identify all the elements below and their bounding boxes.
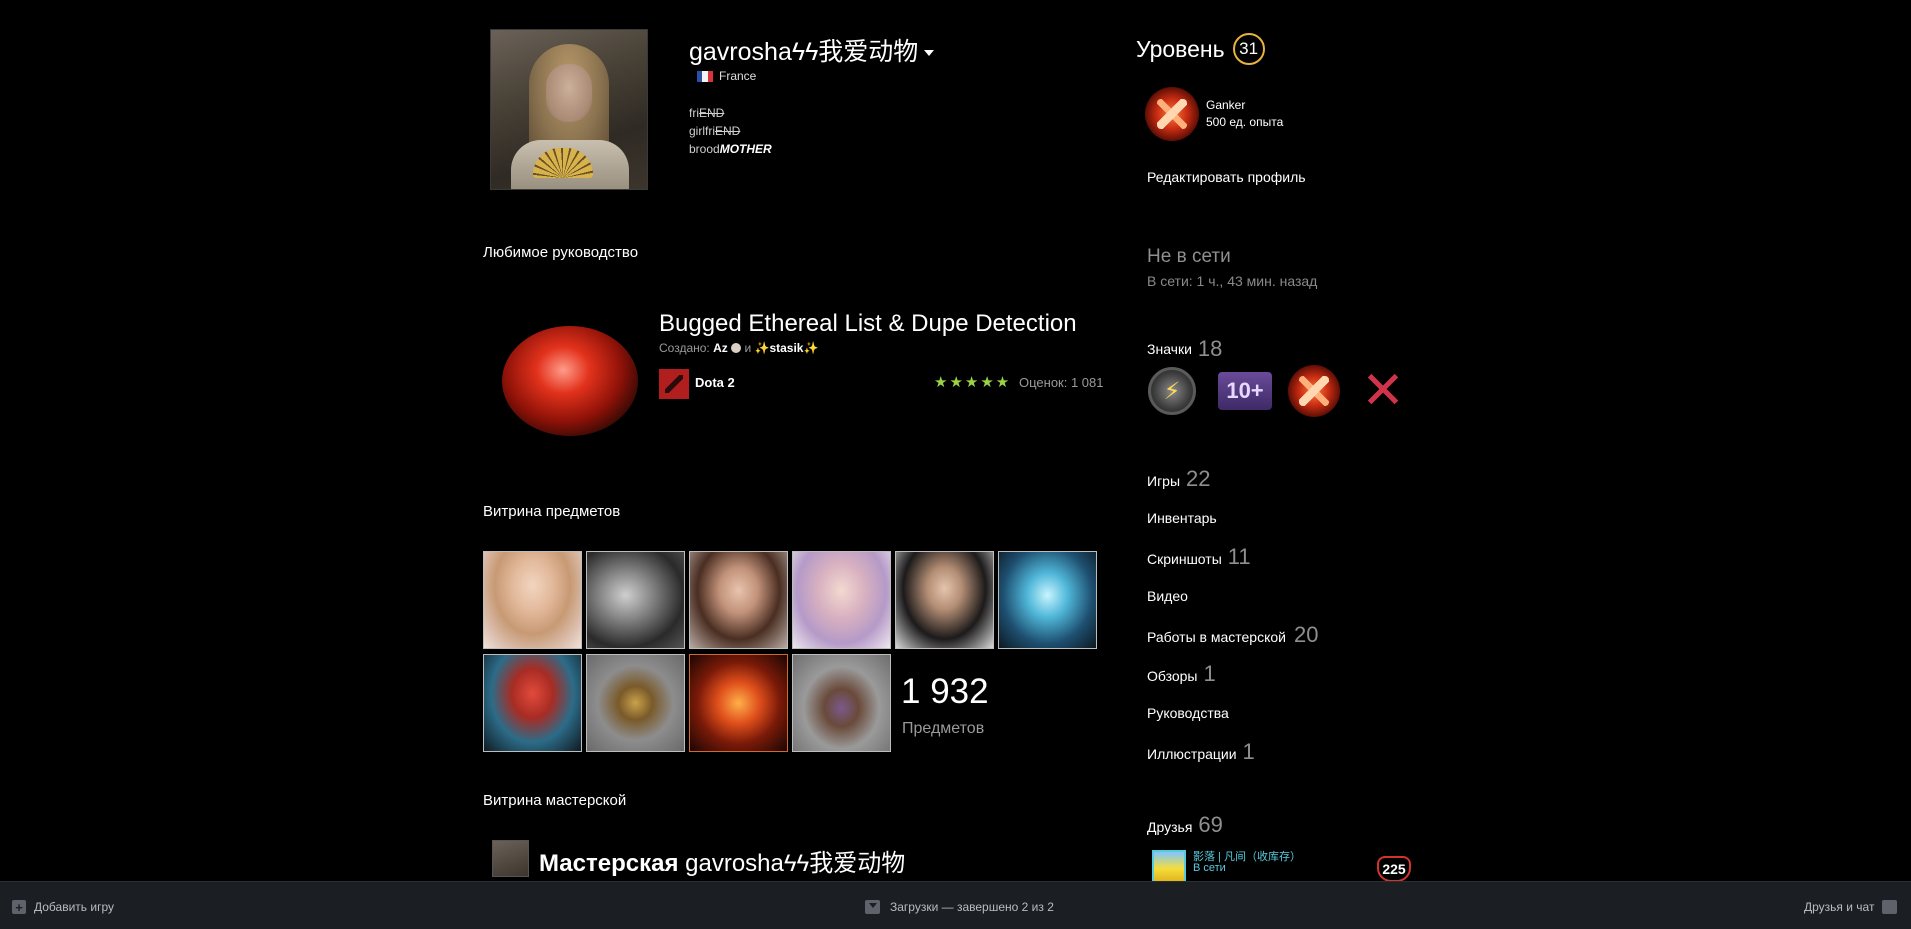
cup-emoji-icon: [731, 343, 742, 353]
item-tile[interactable]: [483, 654, 582, 752]
badges-link[interactable]: Значки 18: [1147, 336, 1222, 362]
friend-status: В сети: [1193, 862, 1226, 874]
workshop-avatar[interactable]: [492, 840, 529, 877]
friend-avatar[interactable]: [1152, 850, 1186, 884]
item-tile[interactable]: [483, 551, 582, 649]
item-count-label: Предметов: [902, 720, 985, 737]
guide-rating-stars: ★★★★★: [934, 374, 1012, 391]
guide-rating-count: Оценок: 1 081: [1019, 375, 1104, 390]
level-label: Уровень: [1136, 35, 1225, 62]
item-tile[interactable]: [792, 654, 891, 752]
summary-line-2: girlfriEND: [689, 124, 741, 138]
friends-chat-icon: [1882, 900, 1898, 914]
badges-row: ⚡ 10+ ✕: [1148, 365, 1428, 417]
friend-level-badge: 225: [1377, 856, 1411, 882]
videos-link[interactable]: Видео: [1147, 588, 1188, 604]
screenshots-link[interactable]: Скриншоты 11: [1147, 544, 1251, 570]
favorite-guide-heading: Любимое руководство: [483, 244, 639, 261]
downloads-button[interactable]: Загрузки — завершено 2 из 2: [865, 900, 1054, 914]
item-tile[interactable]: [689, 551, 788, 649]
lightning-badge-icon[interactable]: ⚡: [1148, 367, 1196, 415]
profile-summary: friEND girlfriEND broodMOTHER: [689, 104, 772, 158]
online-status: Не в сети: [1147, 246, 1231, 267]
item-tile[interactable]: [895, 551, 994, 649]
profile-level[interactable]: Уровень 31: [1136, 33, 1265, 65]
persona-name-dropdown[interactable]: gavroshaϟϟ我爱动物: [689, 32, 935, 68]
years-of-service-badge-icon[interactable]: 10+: [1218, 372, 1272, 410]
item-tile[interactable]: [586, 551, 685, 649]
guide-authors: Создано: Az и ✨stasik✨: [659, 341, 819, 355]
guide-author-1[interactable]: Az: [713, 341, 728, 355]
favorite-badge-icon[interactable]: [1145, 87, 1199, 141]
badges-count: 18: [1197, 336, 1223, 361]
profile-location: France: [697, 69, 756, 83]
dota-emblem-badge-icon[interactable]: [1288, 365, 1340, 417]
dota2-app-icon: [659, 369, 689, 399]
item-showcase-heading: Витрина предметов: [483, 503, 621, 520]
add-game-button[interactable]: + Добавить игру: [12, 900, 114, 914]
chevron-down-icon: [924, 50, 935, 57]
workshop-items-link[interactable]: Работы в мастерской 20: [1147, 622, 1318, 648]
games-link[interactable]: Игры 22: [1147, 466, 1211, 492]
badges-label: Значки: [1147, 341, 1192, 357]
item-tile[interactable]: [586, 654, 685, 752]
summary-line-3: broodMOTHER: [689, 142, 772, 156]
edit-profile-button[interactable]: Редактировать профиль: [1147, 169, 1306, 185]
guide-author-2[interactable]: ✨stasik✨: [755, 341, 819, 355]
item-tile[interactable]: [689, 654, 788, 752]
level-badge: 31: [1232, 33, 1265, 65]
country-name: France: [719, 69, 757, 83]
last-online: В сети: 1 ч., 43 мин. назад: [1147, 273, 1318, 289]
favorite-badge-name: Ganker: [1206, 98, 1246, 112]
guides-link[interactable]: Руководства: [1147, 705, 1229, 721]
workshop-showcase-heading: Витрина мастерской: [483, 792, 627, 809]
artwork-link[interactable]: Иллюстрации 1: [1147, 739, 1255, 765]
guide-preview-image[interactable]: [502, 326, 638, 436]
france-flag-icon: [697, 70, 713, 82]
profile-avatar: [490, 29, 648, 190]
item-tile[interactable]: [998, 551, 1097, 649]
reviews-link[interactable]: Обзоры 1: [1147, 661, 1216, 687]
red-x-badge-icon[interactable]: ✕: [1358, 365, 1408, 417]
download-icon: [865, 900, 880, 914]
friends-link[interactable]: Друзья 69: [1147, 812, 1223, 838]
persona-name: gavroshaϟϟ我爱动物: [689, 38, 919, 66]
favorite-badge-xp: 500 ед. опыта: [1206, 115, 1284, 129]
plus-icon: +: [12, 900, 26, 914]
inventory-link[interactable]: Инвентарь: [1147, 510, 1217, 526]
summary-line-1: friEND: [689, 106, 725, 120]
item-count: 1 932: [901, 672, 989, 711]
guide-title[interactable]: Bugged Ethereal List & Dupe Detection: [659, 310, 1077, 338]
guide-app-name[interactable]: Dota 2: [695, 375, 735, 390]
workshop-title[interactable]: Мастерская gavroshaϟϟ我爱动物: [539, 843, 905, 878]
item-tile[interactable]: [792, 551, 891, 649]
friends-chat-button[interactable]: Друзья и чат: [1804, 900, 1898, 914]
